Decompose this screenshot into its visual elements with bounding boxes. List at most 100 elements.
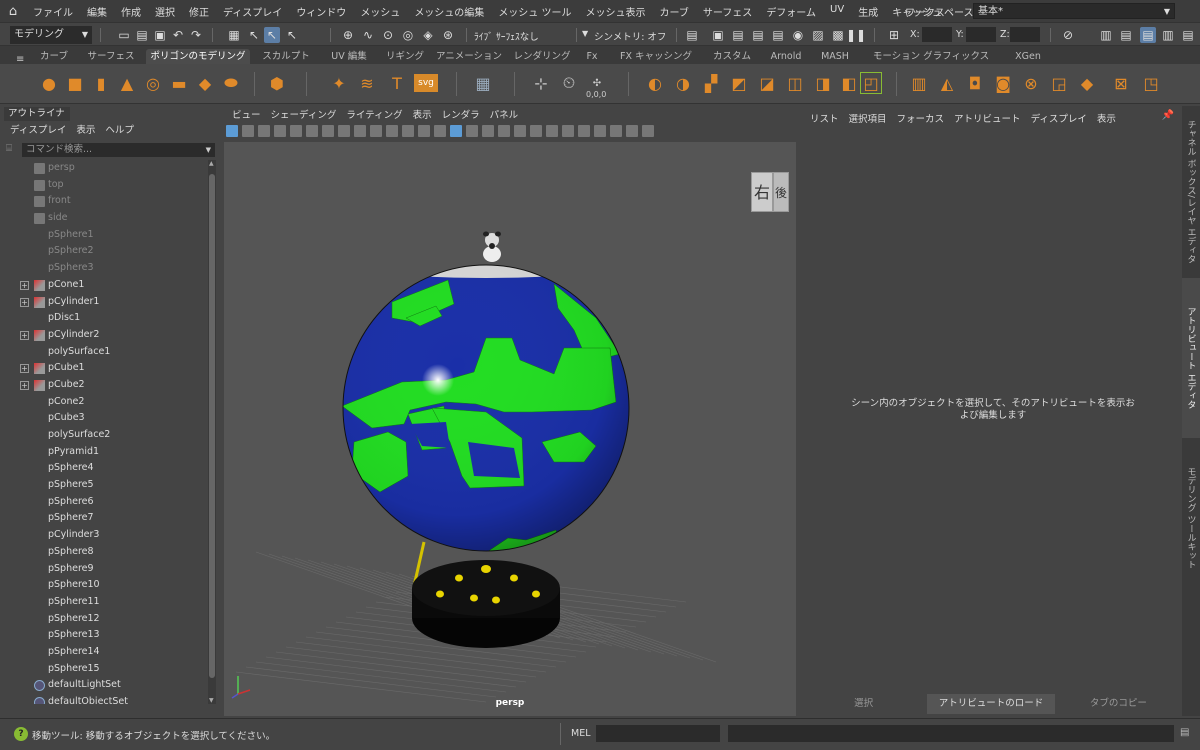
- outliner-tab[interactable]: アウトライナ: [4, 107, 70, 121]
- undo-icon[interactable]: ↶: [170, 27, 186, 43]
- layer-editor-toggle-icon[interactable]: ▤: [1180, 27, 1196, 43]
- viewport-menu-item[interactable]: 表示: [403, 107, 432, 121]
- snap-grid-icon[interactable]: ⊕: [340, 27, 356, 43]
- home-icon[interactable]: ⌂: [0, 0, 26, 22]
- redo-icon[interactable]: ↷: [188, 27, 204, 43]
- shelf-tab[interactable]: カーブ: [30, 49, 78, 64]
- outliner-row[interactable]: pSphere3: [0, 260, 206, 277]
- outliner-row[interactable]: pPyramid1: [0, 444, 206, 461]
- menu-item[interactable]: 選択: [148, 4, 182, 19]
- menu-item[interactable]: サーフェス: [696, 4, 759, 19]
- scroll-up-icon[interactable]: ▲: [209, 160, 214, 167]
- shelf-tab[interactable]: UV 編集: [320, 49, 378, 64]
- shelf-tab[interactable]: サーフェス: [82, 49, 140, 64]
- outliner-row[interactable]: persp: [0, 160, 206, 177]
- chevron-down-icon[interactable]: ▼: [582, 29, 588, 38]
- grid-icon[interactable]: [322, 125, 334, 137]
- shelf-tab[interactable]: リギング: [382, 49, 428, 64]
- scroll-down-icon[interactable]: ▼: [209, 697, 214, 704]
- attribute-menu-item[interactable]: リスト: [800, 111, 839, 125]
- extrude-icon[interactable]: ▥: [908, 72, 930, 94]
- motion-blur-icon[interactable]: [562, 125, 574, 137]
- menu-item[interactable]: メッシュの編集: [407, 4, 491, 19]
- anti-aliasing-icon[interactable]: [578, 125, 590, 137]
- outliner-row[interactable]: pSphere13: [0, 627, 206, 644]
- default-material-icon[interactable]: [466, 125, 478, 137]
- expand-icon[interactable]: +: [20, 280, 29, 290]
- open-scene-icon[interactable]: ▤: [134, 27, 150, 43]
- viewport-menu-item[interactable]: ライティング: [336, 107, 402, 121]
- field-chart-icon[interactable]: [386, 125, 398, 137]
- wireframe-on-shaded-icon[interactable]: [482, 125, 494, 137]
- wireframe-icon[interactable]: [434, 125, 446, 137]
- smooth-shade-icon[interactable]: [450, 125, 462, 137]
- attribute-editor-button[interactable]: タブのコピー: [1054, 694, 1182, 714]
- type-tool-icon[interactable]: T: [386, 72, 408, 94]
- script-editor-icon[interactable]: ▤: [1180, 727, 1189, 738]
- viewport-menu-item[interactable]: シェーディング: [261, 107, 337, 121]
- bookmarks-icon[interactable]: [258, 125, 270, 137]
- side-tab[interactable]: チャネル ボックス/レイヤ エディタ: [1182, 106, 1200, 278]
- z-field[interactable]: [1010, 27, 1040, 42]
- ipr-render-icon[interactable]: ▤: [750, 27, 766, 43]
- menu-item[interactable]: メッシュ ツール: [491, 4, 578, 19]
- resolution-gate-icon[interactable]: [354, 125, 366, 137]
- scrollbar-thumb[interactable]: [209, 174, 215, 678]
- expand-icon[interactable]: +: [20, 297, 29, 307]
- outliner-row[interactable]: pSphere7: [0, 510, 206, 527]
- history-icon[interactable]: ▤: [684, 27, 700, 43]
- snap-point-icon[interactable]: ⊙: [380, 27, 396, 43]
- menu-item[interactable]: メッシュ表示: [579, 4, 653, 19]
- outliner-search-input[interactable]: コマンド検索... ▼: [22, 143, 215, 157]
- outliner-row[interactable]: + pCone1: [0, 277, 206, 294]
- select-object-icon[interactable]: ↖: [264, 27, 280, 43]
- outliner-row[interactable]: pSphere8: [0, 544, 206, 561]
- outliner-row[interactable]: pSphere14: [0, 644, 206, 661]
- shelf-tab[interactable]: ポリゴンのモデリング: [146, 49, 250, 64]
- snap-curve-icon[interactable]: ∿: [360, 27, 376, 43]
- target-weld-icon[interactable]: ◲: [1048, 72, 1070, 94]
- outliner-row[interactable]: polySurface2: [0, 427, 206, 444]
- freeze-transform-icon[interactable]: ⏲: [558, 72, 580, 94]
- live-surface-label[interactable]: ﾗｲﾌﾞ ｻｰﾌｪｽなし: [474, 29, 539, 43]
- bevel-icon[interactable]: ◭: [936, 72, 958, 94]
- outliner-menu-item[interactable]: 表示: [66, 122, 95, 136]
- safe-action-icon[interactable]: [402, 125, 414, 137]
- menu-item[interactable]: カーブ: [653, 4, 696, 19]
- outliner-row[interactable]: pSphere6: [0, 494, 206, 511]
- viewport-canvas[interactable]: 右 後 persp: [224, 142, 796, 716]
- film-gate-icon[interactable]: [338, 125, 350, 137]
- mirror-icon[interactable]: ◪: [756, 72, 778, 94]
- poly-torus-icon[interactable]: ◎: [142, 72, 164, 94]
- 2d-pan-zoom-icon[interactable]: [290, 125, 302, 137]
- shelf-tab[interactable]: FX キャッシング: [610, 49, 702, 64]
- symmetry-label[interactable]: シンメトリ: オフ: [594, 29, 666, 43]
- collapse-icon[interactable]: ⊠: [1110, 72, 1132, 94]
- shelf-tab[interactable]: Arnold: [762, 49, 810, 64]
- snap-surface-icon[interactable]: ◈: [420, 27, 436, 43]
- poly-cube-icon[interactable]: ■: [64, 72, 86, 94]
- isolate-select-icon[interactable]: [610, 125, 622, 137]
- bridge-edge-icon[interactable]: ◘: [964, 72, 986, 94]
- outliner-row[interactable]: pCylinder3: [0, 527, 206, 544]
- uv-editor-icon[interactable]: ▦: [472, 72, 494, 94]
- poly-sphere-icon[interactable]: ●: [38, 72, 60, 94]
- render-frame-icon[interactable]: ▤: [730, 27, 746, 43]
- center-pivot-icon[interactable]: ⊹: [530, 72, 552, 94]
- select-camera-icon[interactable]: [226, 125, 238, 137]
- smooth-icon[interactable]: ▞: [700, 72, 722, 94]
- outliner-row[interactable]: pSphere2: [0, 243, 206, 260]
- outliner-row[interactable]: pSphere5: [0, 477, 206, 494]
- outliner-row[interactable]: pCube3: [0, 410, 206, 427]
- save-scene-icon[interactable]: ▣: [152, 27, 168, 43]
- select-component-icon[interactable]: ↖: [284, 27, 300, 43]
- outliner-row[interactable]: pSphere12: [0, 611, 206, 628]
- depth-of-field-icon[interactable]: [594, 125, 606, 137]
- shadows-icon[interactable]: [530, 125, 542, 137]
- poly-plane-icon[interactable]: ▬: [168, 72, 190, 94]
- poly-disc-icon[interactable]: ◆: [194, 72, 216, 94]
- menu-item[interactable]: 生成: [851, 4, 885, 19]
- menu-item[interactable]: UV: [823, 4, 851, 19]
- side-tab[interactable]: モデリング ツールキット: [1182, 438, 1200, 598]
- attribute-menu-item[interactable]: ディスプレイ: [1021, 111, 1087, 125]
